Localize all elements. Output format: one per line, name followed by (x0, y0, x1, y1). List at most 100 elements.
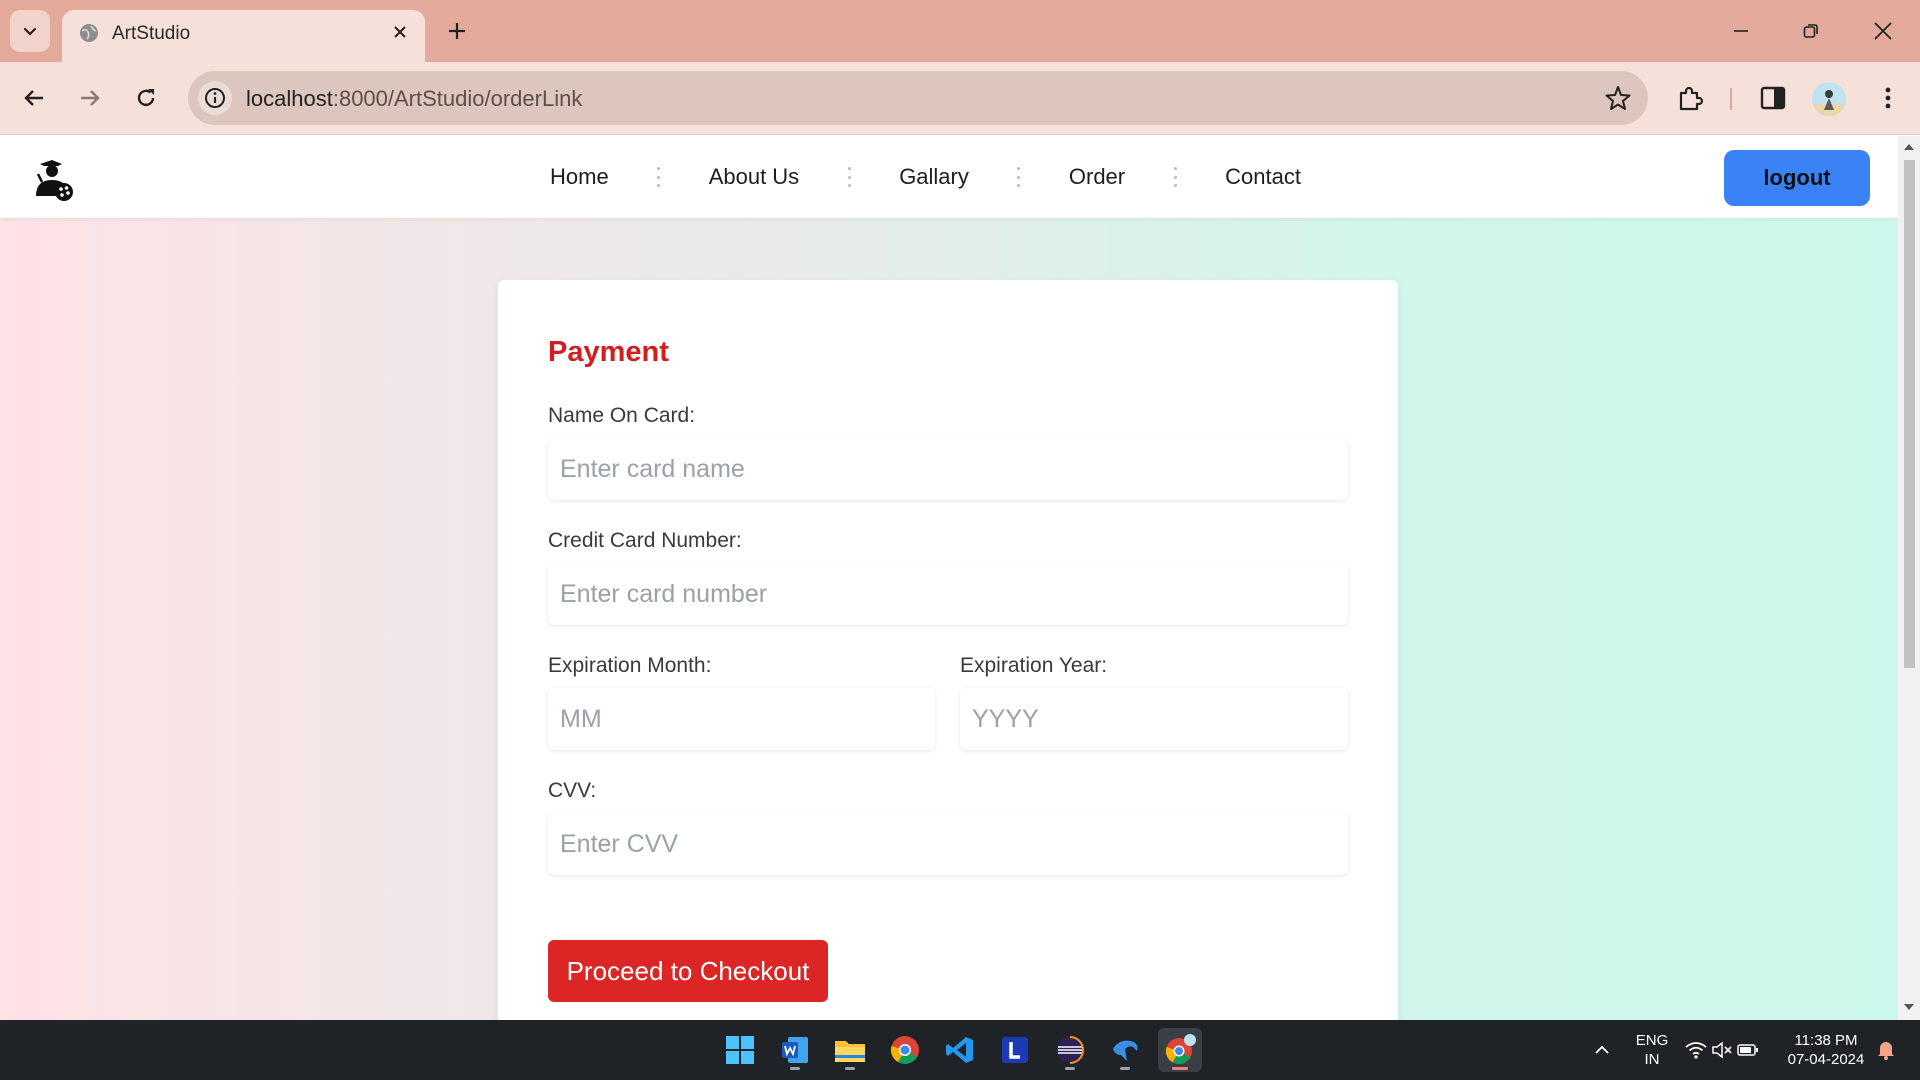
arrow-right-icon (81, 90, 100, 106)
logout-button[interactable]: logout (1724, 150, 1870, 206)
browser-toolbar: localhost:8000/ArtStudio/orderLink (0, 62, 1920, 135)
tab-search-button[interactable] (10, 10, 50, 52)
plus-icon (449, 23, 465, 39)
restore-button[interactable] (1788, 8, 1834, 54)
tab-artstudio[interactable]: ArtStudio (62, 10, 425, 62)
folder-icon (835, 1041, 865, 1062)
url-text: localhost:8000/ArtStudio/orderLink (246, 86, 582, 112)
back-button[interactable] (14, 78, 54, 118)
taskbar-eclipse[interactable] (1048, 1028, 1092, 1072)
minimize-button[interactable] (1718, 8, 1764, 54)
scroll-down-icon[interactable] (1903, 1002, 1915, 1012)
more-vertical-icon (1885, 87, 1891, 109)
site-info-icon[interactable] (198, 81, 232, 115)
region-code: IN (1644, 1051, 1660, 1068)
expiration-month-input[interactable] (548, 688, 935, 750)
browser-tab-strip: ArtStudio (0, 0, 1920, 62)
cvv-input[interactable] (548, 813, 1348, 875)
windows-logo-icon (726, 1036, 754, 1064)
clock-time: 11:38 PM (1794, 1032, 1858, 1049)
arrow-left-icon (24, 90, 43, 106)
extensions-button[interactable] (1672, 80, 1708, 116)
taskbar-word[interactable] (773, 1028, 817, 1072)
page-scrollbar[interactable] (1898, 136, 1920, 1020)
expiration-month-label: Expiration Month: (548, 654, 712, 677)
chrome-profile-icon (1165, 1034, 1196, 1064)
close-icon (1874, 22, 1892, 40)
reload-button[interactable] (126, 78, 166, 118)
address-bar[interactable]: localhost:8000/ArtStudio/orderLink (188, 71, 1648, 125)
toolbar-divider (1730, 88, 1732, 110)
taskbar-mysql[interactable] (1103, 1028, 1147, 1072)
notifications-button[interactable] (1872, 1028, 1900, 1072)
scrollbar-thumb[interactable] (1904, 160, 1915, 668)
taskbar-l-app[interactable] (993, 1028, 1037, 1072)
bookmark-star-icon[interactable] (1604, 84, 1632, 112)
input-language[interactable]: ENG IN (1632, 1031, 1672, 1069)
url-host: localhost (246, 86, 333, 111)
running-indicator (845, 1067, 855, 1070)
chevron-up-icon (1595, 1045, 1609, 1054)
vscode-icon (946, 1037, 973, 1063)
card-name-input[interactable] (548, 438, 1348, 500)
running-indicator (1120, 1067, 1130, 1070)
l-app-icon (1002, 1037, 1028, 1063)
battery-icon (1737, 1044, 1758, 1056)
site-navbar: Home About Us Gallary Order Contact logo… (0, 136, 1898, 218)
expiration-year-input[interactable] (960, 688, 1348, 750)
show-hidden-icons-button[interactable] (1580, 1028, 1624, 1072)
wifi-icon (1685, 1042, 1707, 1059)
chrome-icon (890, 1036, 919, 1064)
minimize-icon (1734, 30, 1748, 32)
close-tab-icon[interactable] (387, 19, 413, 45)
page-viewport: Home About Us Gallary Order Contact logo… (0, 136, 1898, 1020)
chevron-down-icon (23, 27, 37, 36)
tab-title: ArtStudio (112, 23, 191, 44)
side-panel-button[interactable] (1755, 80, 1791, 116)
start-button[interactable] (718, 1028, 762, 1072)
artist-logo-icon[interactable] (28, 154, 76, 202)
speaker-muted-icon (1712, 1041, 1732, 1059)
cvv-label: CVV: (548, 779, 597, 802)
card-number-input[interactable] (548, 563, 1348, 625)
menu-separator (1017, 167, 1021, 187)
forward-button[interactable] (70, 78, 110, 118)
windows-taskbar: ENG IN 11:38 PM 07-04-2024 (0, 1020, 1920, 1080)
proceed-to-checkout-button[interactable]: Proceed to Checkout (548, 940, 828, 1002)
word-icon (782, 1037, 808, 1063)
expiration-year-label: Expiration Year: (960, 654, 1108, 677)
browser-menu-button[interactable] (1870, 80, 1906, 116)
url-path: :8000/ArtStudio/orderLink (332, 86, 583, 111)
nav-gallary[interactable]: Gallary (899, 164, 969, 190)
taskbar-chrome[interactable] (883, 1028, 927, 1072)
card-number-label: Credit Card Number: (548, 529, 742, 552)
scroll-up-icon[interactable] (1903, 142, 1915, 152)
running-indicator (790, 1067, 800, 1070)
eclipse-icon (1057, 1036, 1084, 1064)
name-on-card-label: Name On Card: (548, 404, 696, 427)
main-menu: Home About Us Gallary Order Contact (550, 136, 1301, 218)
profile-avatar[interactable] (1812, 82, 1846, 116)
side-panel-icon (1760, 86, 1786, 110)
taskbar-chrome-profile[interactable] (1158, 1028, 1202, 1072)
close-window-button[interactable] (1860, 8, 1906, 54)
dolphin-icon (1113, 1040, 1138, 1061)
menu-separator (657, 167, 661, 187)
globe-icon (80, 24, 98, 42)
nav-contact[interactable]: Contact (1225, 164, 1301, 190)
nav-about-us[interactable]: About Us (709, 164, 800, 190)
clock-date: 07-04-2024 (1787, 1051, 1865, 1068)
taskbar-vscode[interactable] (938, 1028, 982, 1072)
reload-icon (137, 89, 155, 107)
new-tab-button[interactable] (440, 14, 474, 48)
language-code: ENG (1635, 1032, 1669, 1049)
nav-order[interactable]: Order (1069, 164, 1125, 190)
taskbar-file-explorer[interactable] (828, 1028, 872, 1072)
menu-separator (847, 167, 851, 187)
puzzle-icon (1679, 86, 1704, 111)
nav-home[interactable]: Home (550, 164, 609, 190)
running-indicator (1065, 1067, 1075, 1070)
system-status-group[interactable] (1682, 1028, 1762, 1072)
clock[interactable]: 11:38 PM 07-04-2024 (1782, 1031, 1870, 1069)
active-indicator (1172, 1067, 1188, 1070)
